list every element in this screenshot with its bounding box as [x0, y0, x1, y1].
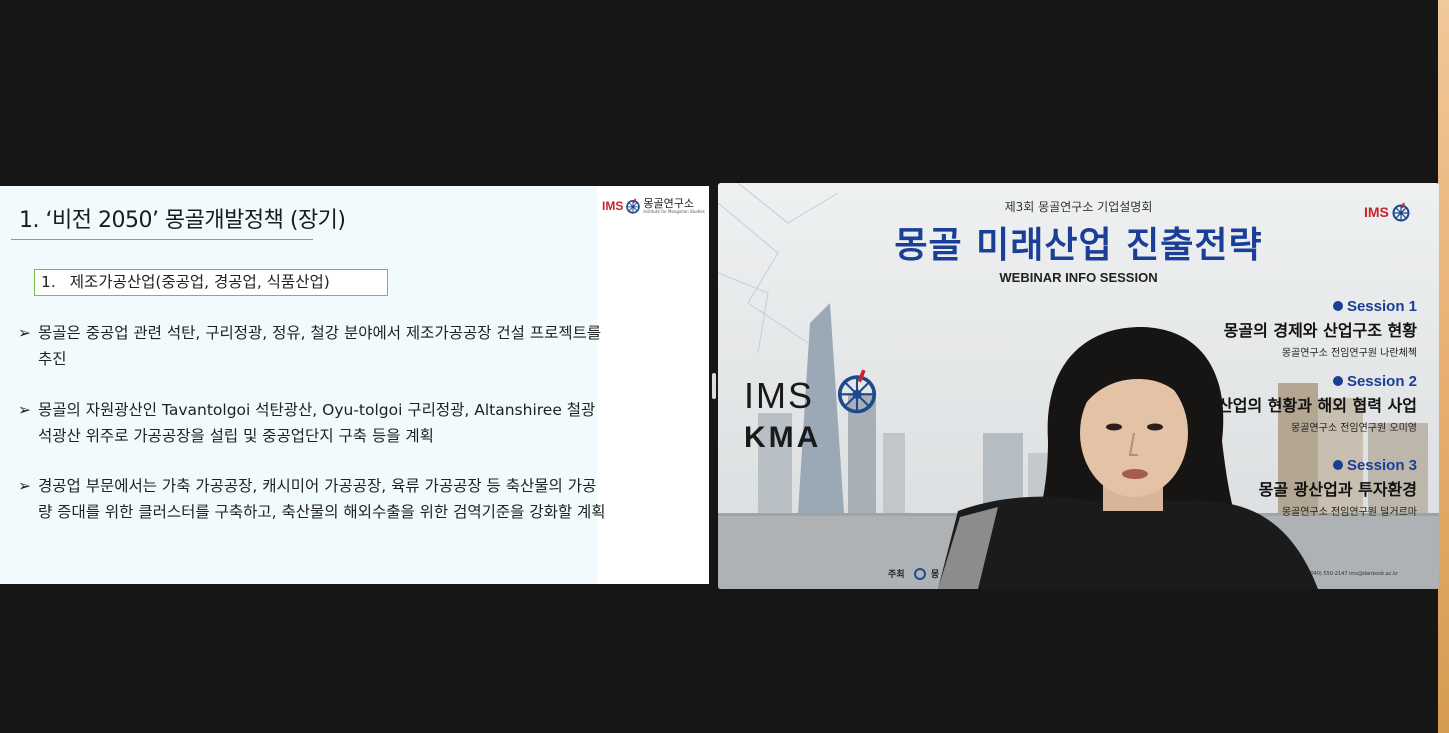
section-heading-box: 1. 제조가공산업(중공업, 경공업, 식품산업): [34, 269, 388, 296]
ims-wheel-icon: [626, 198, 641, 214]
bullet-item: ➢ 경공업 부문에서는 가축 가공공장, 캐시미어 가공공장, 육류 가공공장 …: [18, 474, 608, 525]
section-label: 제조가공산업(중공업, 경공업, 식품산업): [69, 273, 330, 291]
slide-title: 1. ‘비전 2050’ 몽골개발정책 (장기): [19, 208, 346, 233]
bullet-arrow-icon: ➢: [18, 477, 31, 495]
event-title: 몽골 미래산업 진출전략: [894, 225, 1263, 266]
bullet-text: 몽골은 중공업 관련 석탄, 구리정광, 정유, 철강 분야에서 제조가공공장 …: [38, 324, 602, 368]
desktop-edge: [1438, 0, 1449, 733]
session-label: Session 1: [1224, 298, 1417, 315]
bullet-arrow-icon: ➢: [18, 401, 31, 419]
event-caption: 제3회 몽골연구소 기업설명회: [1004, 200, 1153, 214]
bullet-item: ➢ 몽골의 자원광산인 Tavantolgoi 석탄광산, Oyu-tolgoi…: [18, 398, 608, 449]
ims-wheel-icon: [1392, 202, 1410, 222]
slide-logo-ims: IMS: [602, 199, 624, 213]
pane-resize-handle[interactable]: [712, 373, 716, 399]
footer-host-label: 주최: [888, 570, 905, 580]
video-top-logo: IMS: [1364, 202, 1411, 222]
slide-logo-subtitle: Institute for Mongolian Studies: [643, 209, 705, 214]
event-subtitle: WEBINAR INFO SESSION: [999, 270, 1158, 285]
video-top-logo-ims: IMS: [1364, 204, 1389, 220]
session-label-text: Session 2: [1346, 373, 1417, 390]
big-logo-kma: KMA: [744, 421, 822, 454]
ims-wheel-icon: [913, 568, 926, 580]
slide-right-margin: [597, 186, 709, 584]
slide-logo-name: 몽골연구소 Institute for Mongolian Studies: [643, 198, 704, 214]
globe-icon: [1332, 301, 1343, 311]
speaker-video-tile[interactable]: 제3회 몽골연구소 기업설명회 몽골 미래산업 진출전략 WEBINAR INF…: [718, 183, 1439, 589]
footer-host: 주최 몽: [888, 567, 939, 580]
session-label-text: Session 1: [1346, 298, 1417, 315]
shared-screen-slide[interactable]: 1. ‘비전 2050’ 몽골개발정책 (장기) IMS 몽골연구소 Insti…: [0, 186, 709, 584]
big-logo-ims: IMS: [744, 375, 815, 416]
bullet-text: 경공업 부문에서는 가축 가공공장, 캐시미어 가공공장, 육류 가공공장 등 …: [38, 477, 606, 521]
globe-icon: [1332, 460, 1343, 470]
session-label-text: Session 3: [1346, 457, 1417, 474]
title-underline: [11, 239, 313, 240]
globe-icon: [1332, 376, 1343, 386]
bullet-text: 몽골의 자원광산인 Tavantolgoi 석탄광산, Oyu-tolgoi 구…: [38, 401, 596, 445]
bullet-arrow-icon: ➢: [18, 324, 31, 342]
section-number: 1.: [41, 273, 56, 291]
slide-logo: IMS 몽골연구소 Institute for Mongolian Studie…: [602, 198, 705, 214]
bullet-item: ➢ 몽골은 중공업 관련 석탄, 구리정광, 정유, 철강 분야에서 제조가공공…: [18, 321, 608, 372]
ims-wheel-icon: [837, 369, 877, 414]
presenter-person: [938, 326, 1318, 589]
